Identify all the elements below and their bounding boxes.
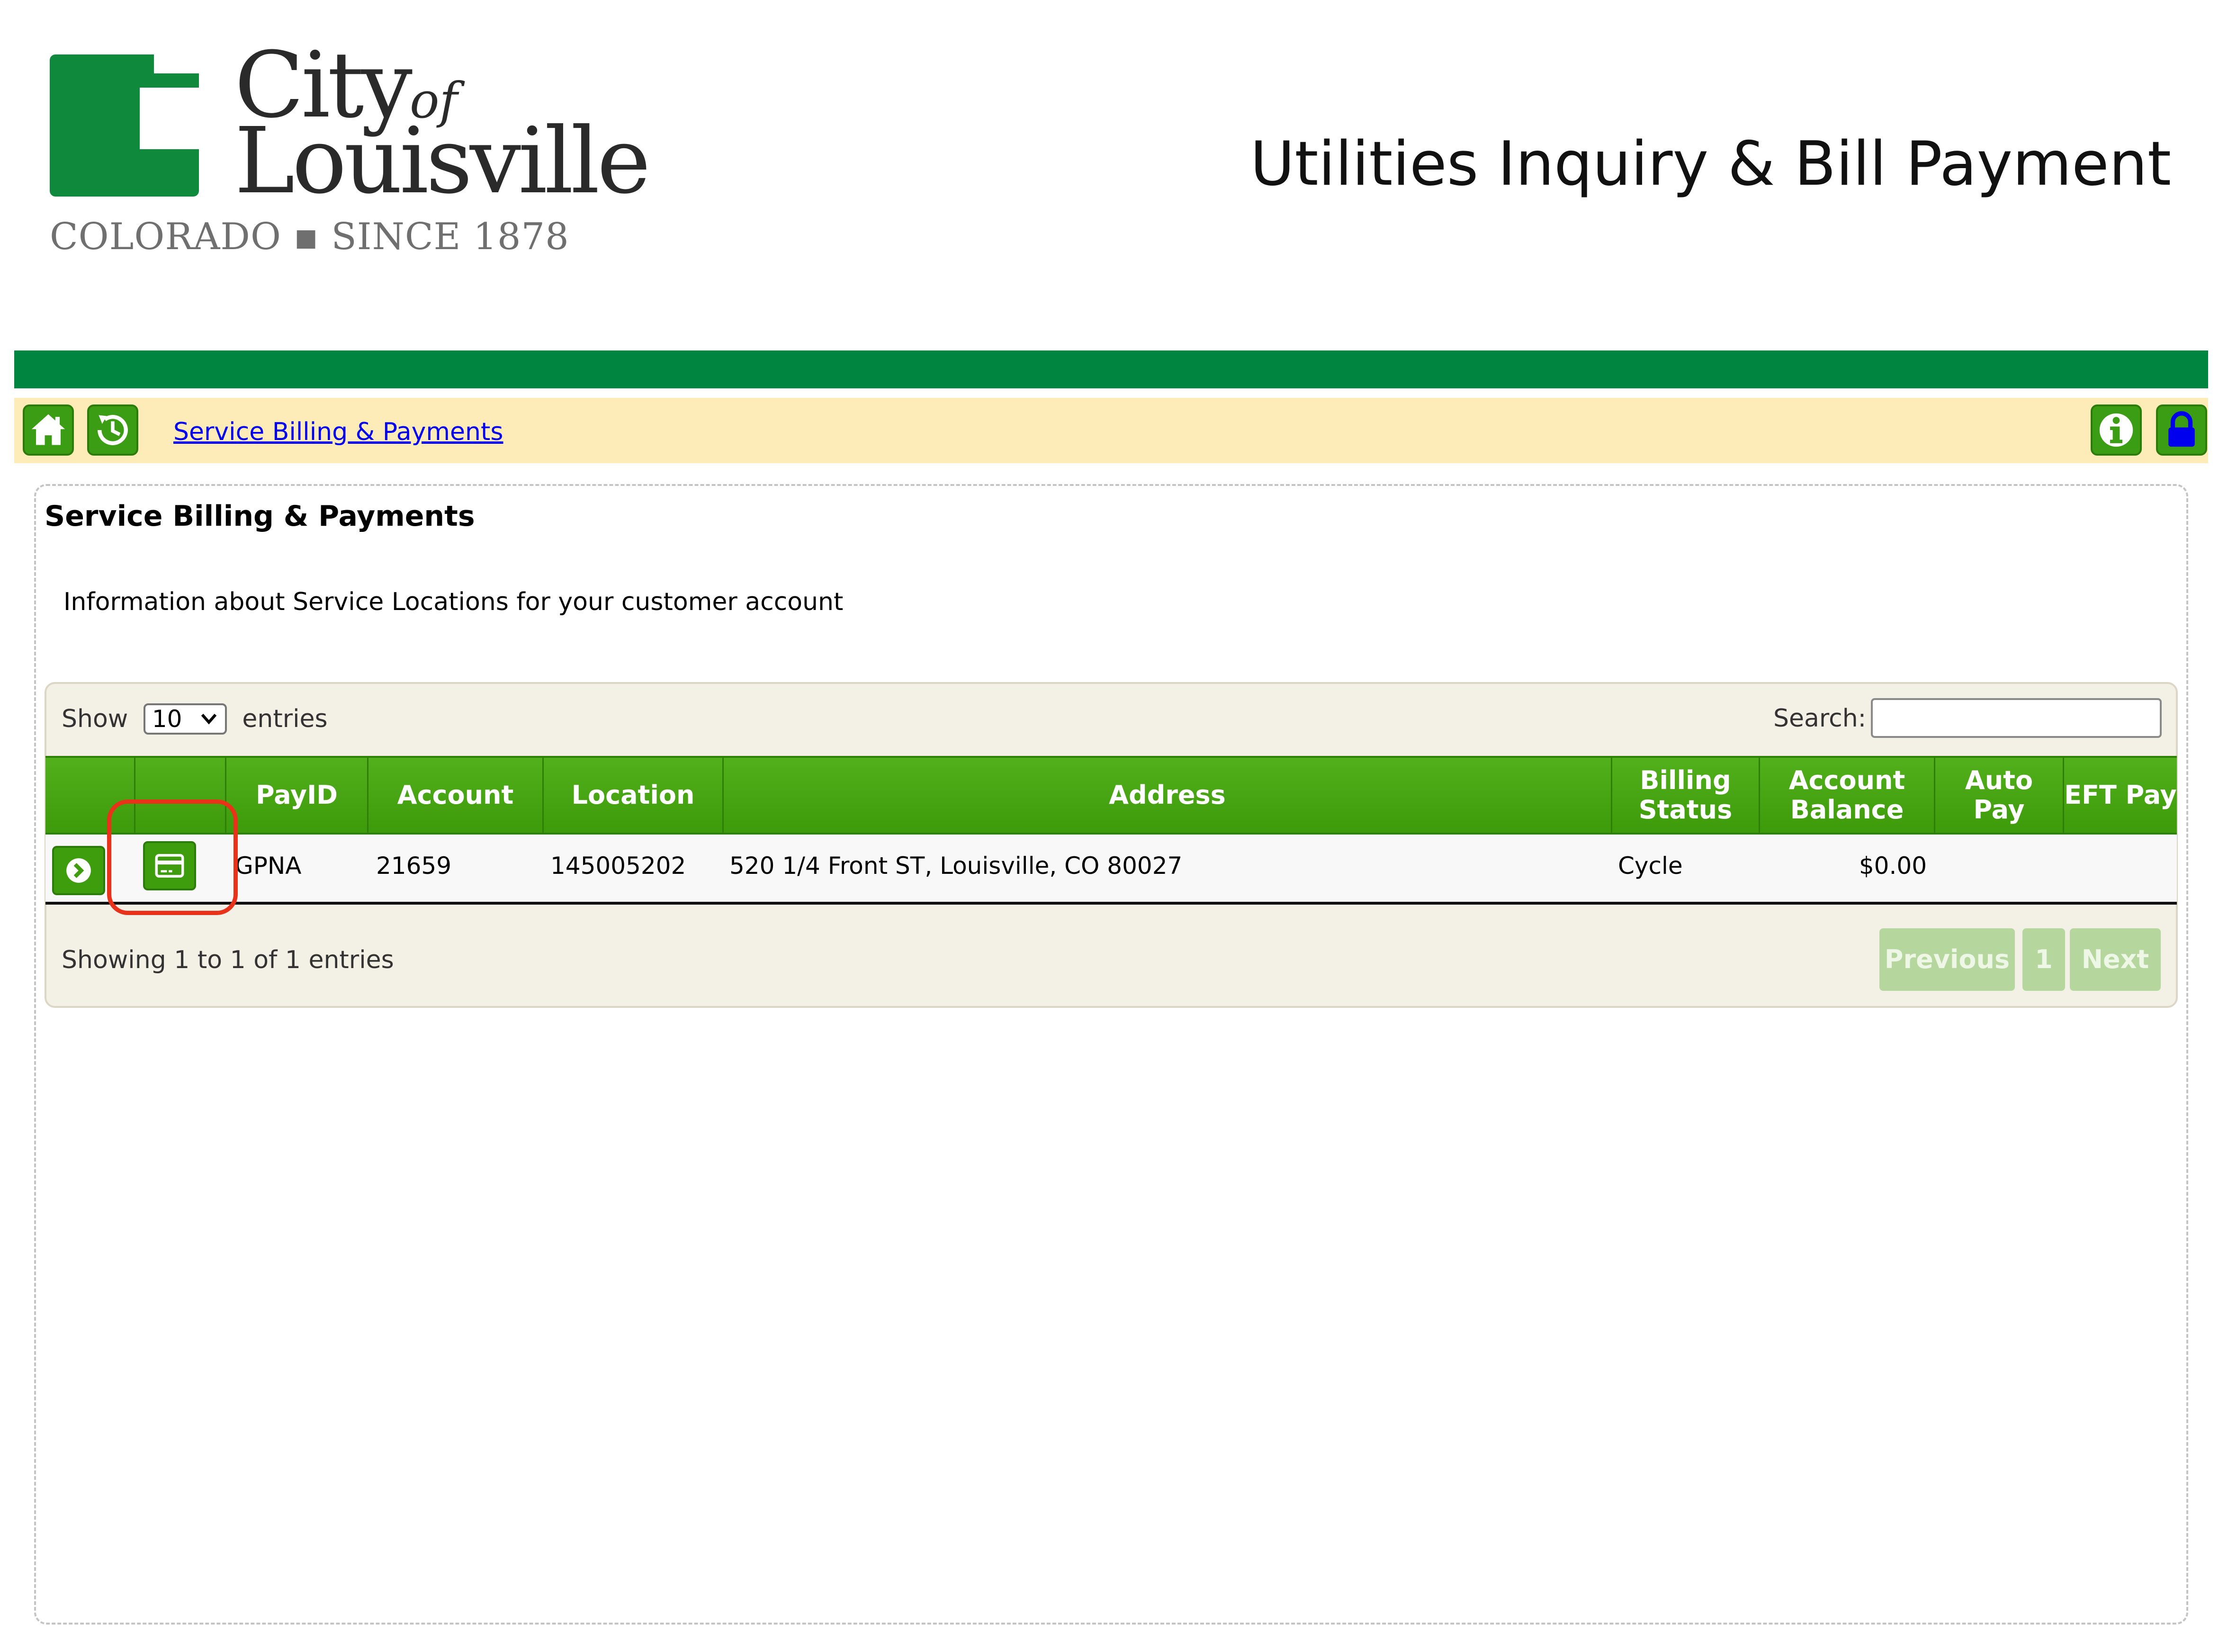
content-panel xyxy=(34,484,2188,1625)
home-icon xyxy=(31,414,65,445)
logout-button[interactable] xyxy=(2156,404,2207,456)
table-info: Showing 1 to 1 of 1 entries xyxy=(62,946,394,974)
column-header-account[interactable]: Account xyxy=(368,758,544,833)
column-header-auto-pay[interactable]: Auto Pay xyxy=(1935,758,2064,833)
info-button[interactable] xyxy=(2091,404,2142,456)
next-page-button[interactable]: Next xyxy=(2070,928,2161,991)
breadcrumb-link[interactable]: Service Billing & Payments xyxy=(173,417,503,447)
previous-page-button[interactable]: Previous xyxy=(1879,928,2015,991)
entries-select-value: 10 xyxy=(152,705,182,733)
column-header-account-balance[interactable]: Account Balance xyxy=(1760,758,1935,833)
column-header-location[interactable]: Location xyxy=(544,758,724,833)
column-header-eft-pay[interactable]: EFT Pay xyxy=(2064,758,2177,833)
app-title: Utilities Inquiry & Bill Payment xyxy=(1250,129,2171,199)
chevron-right-circle-icon xyxy=(66,858,91,883)
logo-louisville-text: Louisville xyxy=(234,108,651,214)
cell-location: 145005202 xyxy=(550,852,686,880)
table-header: PayID Account Location Address Billing S… xyxy=(45,756,2177,835)
entries-label: entries xyxy=(242,705,328,733)
info-icon xyxy=(2099,413,2133,447)
page-title: Service Billing & Payments xyxy=(45,500,475,533)
nav-bar: Service Billing & Payments xyxy=(14,398,2208,463)
chevron-down-icon xyxy=(201,714,217,725)
column-header-address[interactable]: Address xyxy=(724,758,1612,833)
search-input[interactable] xyxy=(1871,698,2162,738)
logo-tagline: COLORADO ▪ SINCE 1878 xyxy=(50,215,569,258)
cell-address: 520 1/4 Front ST, Louisville, CO 80027 xyxy=(729,852,1183,880)
search-label: Search: xyxy=(1773,704,1867,733)
column-header-billing-status[interactable]: Billing Status xyxy=(1612,758,1760,833)
city-logo: City of Louisville COLORADO ▪ SINCE 1878 xyxy=(50,40,651,263)
show-label: Show xyxy=(62,705,128,733)
view-details-button[interactable] xyxy=(52,846,105,895)
cell-account-balance: $0.00 xyxy=(1859,852,1927,880)
table-row: GPNA 21659 145005202 520 1/4 Front ST, L… xyxy=(45,835,2177,905)
entries-length-control: Show 10 entries xyxy=(62,701,328,736)
cell-billing-status: Cycle xyxy=(1618,852,1683,880)
history-icon xyxy=(98,415,128,445)
history-button[interactable] xyxy=(87,404,138,456)
home-button[interactable] xyxy=(23,404,74,456)
page-1-button[interactable]: 1 xyxy=(2022,928,2065,991)
column-header-payid[interactable]: PayID xyxy=(226,758,368,833)
lock-icon xyxy=(2168,411,2195,447)
pay-button-highlight xyxy=(107,799,238,915)
cell-account: 21659 xyxy=(376,852,452,880)
cell-payid: GPNA xyxy=(235,852,302,880)
entries-select[interactable]: 10 xyxy=(143,703,227,735)
page-description: Information about Service Locations for … xyxy=(63,588,844,616)
brand-bar xyxy=(14,350,2208,388)
logo-mark-icon xyxy=(50,54,199,197)
